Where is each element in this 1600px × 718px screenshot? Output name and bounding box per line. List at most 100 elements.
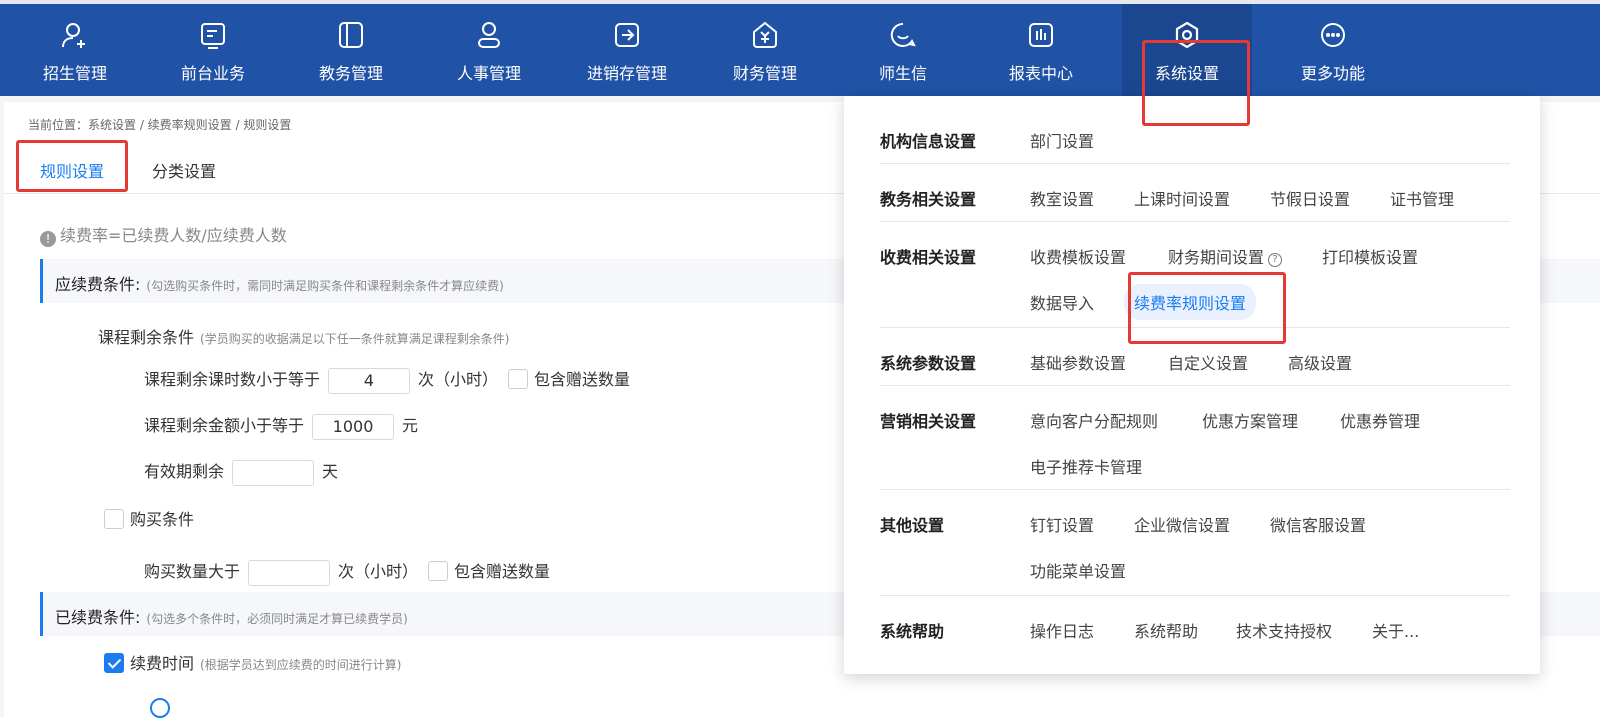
info-icon: ! — [40, 231, 56, 247]
group-title: 收费相关设置 — [880, 248, 977, 267]
group-system-params: 系统参数设置 基础参数设置 自定义设置 高级设置 — [880, 350, 1510, 386]
section-title-text: 应续费条件: — [55, 275, 141, 294]
remaining-hours-label: 课程剩余课时数小于等于 — [144, 370, 321, 389]
section-subtitle: (勾选多个条件时，必须同时满足才算已续费学员) — [146, 612, 408, 626]
validity-input[interactable] — [232, 459, 315, 486]
inventory-icon — [615, 23, 639, 47]
include-gift-checkbox[interactable] — [508, 369, 529, 389]
purchase-qty-label: 购买数量大于 — [144, 562, 241, 581]
link-system-help[interactable]: 系统帮助 — [1134, 618, 1198, 642]
nav-item-more[interactable]: 更多功能 — [1268, 4, 1398, 96]
link-basic-params[interactable]: 基础参数设置 — [1030, 350, 1126, 374]
nav-item-reports[interactable]: 报表中心 — [976, 4, 1106, 96]
section-title: 应续费条件: (勾选购买条件时，需同时满足购买条件和课程剩余条件才算应续费) — [55, 271, 504, 295]
main-nav: 招生管理 前台业务 教务管理 人事管理 进销存管理 财务管理 师生信 报表中心 — [0, 4, 1400, 96]
purchase-qty-row: 购买数量大于 次（小时） 包含赠送数量 — [144, 558, 550, 586]
link-class-time[interactable]: 上课时间设置 — [1134, 186, 1230, 210]
remaining-amount-row: 课程剩余金额小于等于 1000 元 — [144, 412, 418, 440]
link-coupons[interactable]: 优惠券管理 — [1340, 408, 1420, 432]
tab-rules[interactable]: 规则设置 — [40, 158, 104, 182]
include-gift-label: 包含赠送数量 — [534, 370, 631, 389]
group-academic: 教务相关设置 教室设置 上课时间设置 节假日设置 证书管理 — [880, 186, 1510, 222]
link-renewal-rate-rules[interactable]: 续费率规则设置 — [1124, 284, 1257, 320]
purchase-include-gift-checkbox[interactable] — [428, 561, 449, 581]
section-title-text: 已续费条件: — [55, 608, 141, 627]
purchase-include-gift-label: 包含赠送数量 — [454, 562, 551, 581]
link-fee-template[interactable]: 收费模板设置 — [1030, 244, 1126, 268]
more-icon — [1321, 23, 1345, 47]
nav-label: 师生信 — [878, 64, 927, 83]
group-title: 系统参数设置 — [880, 354, 977, 373]
group-charges: 收费相关设置 收费模板设置 财务期间设置? 打印模板设置 数据导入 续费率规则设… — [880, 244, 1510, 328]
link-lead-assignment[interactable]: 意向客户分配规则 — [1030, 408, 1158, 432]
group-other: 其他设置 钉钉设置 企业微信设置 微信客服设置 功能菜单设置 — [880, 512, 1510, 596]
link-about[interactable]: 关于... — [1372, 618, 1419, 642]
link-classroom[interactable]: 教室设置 — [1030, 186, 1094, 210]
finance-icon — [753, 21, 777, 48]
renew-time-label: 续费时间 — [130, 654, 195, 673]
group-marketing: 营销相关设置 意向客户分配规则 优惠方案管理 优惠券管理 电子推荐卡管理 — [880, 408, 1510, 490]
purchase-condition-label: 购买条件 — [130, 510, 195, 529]
link-discount-plans[interactable]: 优惠方案管理 — [1202, 408, 1298, 432]
link-tech-support[interactable]: 技术支持授权 — [1236, 618, 1332, 642]
link-fiscal-period[interactable]: 财务期间设置? — [1168, 244, 1283, 268]
book-icon — [339, 22, 363, 48]
nav-item-academic[interactable]: 教务管理 — [286, 4, 416, 96]
link-operation-log[interactable]: 操作日志 — [1030, 618, 1094, 642]
group-title: 教务相关设置 — [880, 190, 977, 209]
renew-time-checkbox[interactable] — [104, 653, 124, 673]
link-print-template[interactable]: 打印模板设置 — [1322, 244, 1418, 268]
link-certificate[interactable]: 证书管理 — [1390, 186, 1454, 210]
link-wechat-service[interactable]: 微信客服设置 — [1270, 512, 1366, 536]
formula-note: ! 续费率=已续费人数/应续费人数 — [40, 222, 287, 247]
link-department[interactable]: 部门设置 — [1030, 128, 1094, 152]
course-remaining-heading: 课程剩余条件 (学员购买的收据满足以下任一条件就算满足课程剩余条件) — [98, 324, 509, 348]
purchase-qty-input[interactable] — [248, 559, 331, 586]
section-title: 已续费条件: (勾选多个条件时，必须同时满足才算已续费学员) — [55, 604, 408, 628]
link-holiday[interactable]: 节假日设置 — [1270, 186, 1350, 210]
remaining-hours-input[interactable]: 4 — [328, 367, 411, 394]
link-advanced[interactable]: 高级设置 — [1288, 350, 1352, 374]
renew-time-radio[interactable] — [150, 698, 170, 718]
remaining-hours-unit: 次（小时） — [418, 370, 499, 389]
report-icon — [1029, 23, 1053, 47]
group-help: 系统帮助 操作日志 系统帮助 技术支持授权 关于... — [880, 618, 1510, 654]
link-referral-card[interactable]: 电子推荐卡管理 — [1030, 454, 1142, 478]
breadcrumb: 当前位置：系统设置 / 续费率规则设置 / 规则设置 — [28, 118, 292, 132]
person-icon — [478, 22, 500, 48]
remaining-hours-row: 课程剩余课时数小于等于 4 次（小时） 包含赠送数量 — [144, 366, 630, 394]
chat-icon — [890, 22, 916, 47]
link-dingtalk[interactable]: 钉钉设置 — [1030, 512, 1094, 536]
nav-label: 系统设置 — [1154, 64, 1219, 83]
nav-item-hr[interactable]: 人事管理 — [424, 4, 554, 96]
link-custom-settings[interactable]: 自定义设置 — [1168, 350, 1248, 374]
nav-item-finance[interactable]: 财务管理 — [700, 4, 830, 96]
link-function-menu[interactable]: 功能菜单设置 — [1030, 558, 1126, 582]
nav-item-system-settings[interactable]: 系统设置 — [1122, 4, 1252, 96]
renew-time-row: 续费时间 (根据学员达到应续费的时间进行计算) — [94, 650, 401, 674]
nav-label: 财务管理 — [732, 64, 797, 83]
nav-item-front-desk[interactable]: 前台业务 — [148, 4, 278, 96]
purchase-qty-unit: 次（小时） — [338, 562, 419, 581]
nav-item-messages[interactable]: 师生信 — [838, 4, 968, 96]
link-data-import[interactable]: 数据导入 — [1030, 290, 1094, 314]
section-subtitle: (勾选购买条件时，需同时满足购买条件和课程剩余条件才算应续费) — [146, 279, 504, 293]
link-fiscal-period-label: 财务期间设置 — [1168, 248, 1265, 267]
nav-item-inventory[interactable]: 进销存管理 — [562, 4, 692, 96]
group-title: 其他设置 — [880, 516, 945, 535]
validity-unit: 天 — [322, 462, 339, 481]
link-wecom[interactable]: 企业微信设置 — [1134, 512, 1230, 536]
gear-icon — [1175, 21, 1199, 49]
group-title: 机构信息设置 — [880, 132, 977, 151]
nav-item-enrollment[interactable]: 招生管理 — [10, 4, 140, 96]
top-nav-bar: 招生管理 前台业务 教务管理 人事管理 进销存管理 财务管理 师生信 报表中心 — [0, 0, 1600, 96]
desk-icon — [201, 23, 225, 49]
question-circle-icon: ? — [1268, 253, 1283, 267]
remaining-amount-unit: 元 — [402, 416, 419, 435]
remaining-amount-input[interactable]: 1000 — [312, 413, 395, 440]
nav-label: 人事管理 — [456, 64, 521, 83]
nav-label: 进销存管理 — [586, 64, 667, 83]
group-title: 营销相关设置 — [880, 412, 977, 431]
tab-category[interactable]: 分类设置 — [152, 158, 216, 182]
purchase-condition-checkbox[interactable] — [104, 509, 124, 529]
